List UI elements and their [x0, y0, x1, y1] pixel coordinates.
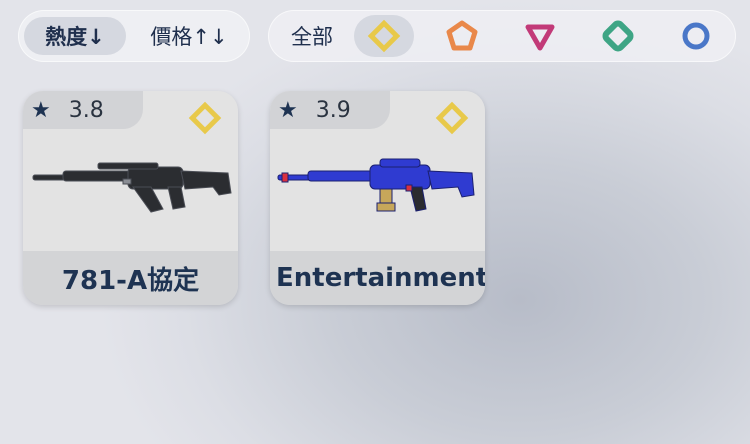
filter-tier-gold-button[interactable] [354, 15, 414, 57]
green-diamond-icon [602, 20, 634, 52]
weapon-card[interactable]: ★ 3.9 Entertainment S [270, 91, 485, 305]
tier-badge [435, 101, 469, 139]
sort-price-button[interactable]: 價格↑↓ [136, 17, 242, 55]
tier-filter-group: 全部 [268, 10, 736, 62]
filter-tier-magenta-button[interactable] [510, 15, 570, 57]
star-icon: ★ [278, 97, 298, 123]
blue-circle-icon [682, 22, 710, 50]
weapon-card[interactable]: ★ 3.8 781-A協定 [23, 91, 238, 305]
star-icon: ★ [31, 97, 51, 123]
rating-value: 3.9 [315, 97, 351, 123]
weapon-name: 781-A協定 [23, 251, 238, 305]
filter-tier-blue-button[interactable] [666, 15, 726, 57]
orange-pentagon-icon [446, 20, 478, 51]
gold-diamond-icon [188, 101, 222, 135]
gold-diamond-icon [367, 19, 401, 53]
filter-tier-green-button[interactable] [588, 15, 648, 57]
sort-group: 熱度↓ 價格↑↓ [18, 10, 250, 62]
tier-badge [188, 101, 222, 139]
gold-diamond-icon [435, 101, 469, 135]
filter-tier-orange-button[interactable] [432, 15, 492, 57]
sort-popularity-button[interactable]: 熱度↓ [24, 17, 126, 55]
rating-value: 3.8 [68, 97, 104, 123]
filter-all-button[interactable]: 全部 [280, 17, 344, 55]
weapon-name: Entertainment S [270, 251, 485, 305]
magenta-triangle-icon [525, 24, 555, 51]
rating-badge: ★ 3.8 [23, 91, 143, 129]
rating-badge: ★ 3.9 [270, 91, 390, 129]
